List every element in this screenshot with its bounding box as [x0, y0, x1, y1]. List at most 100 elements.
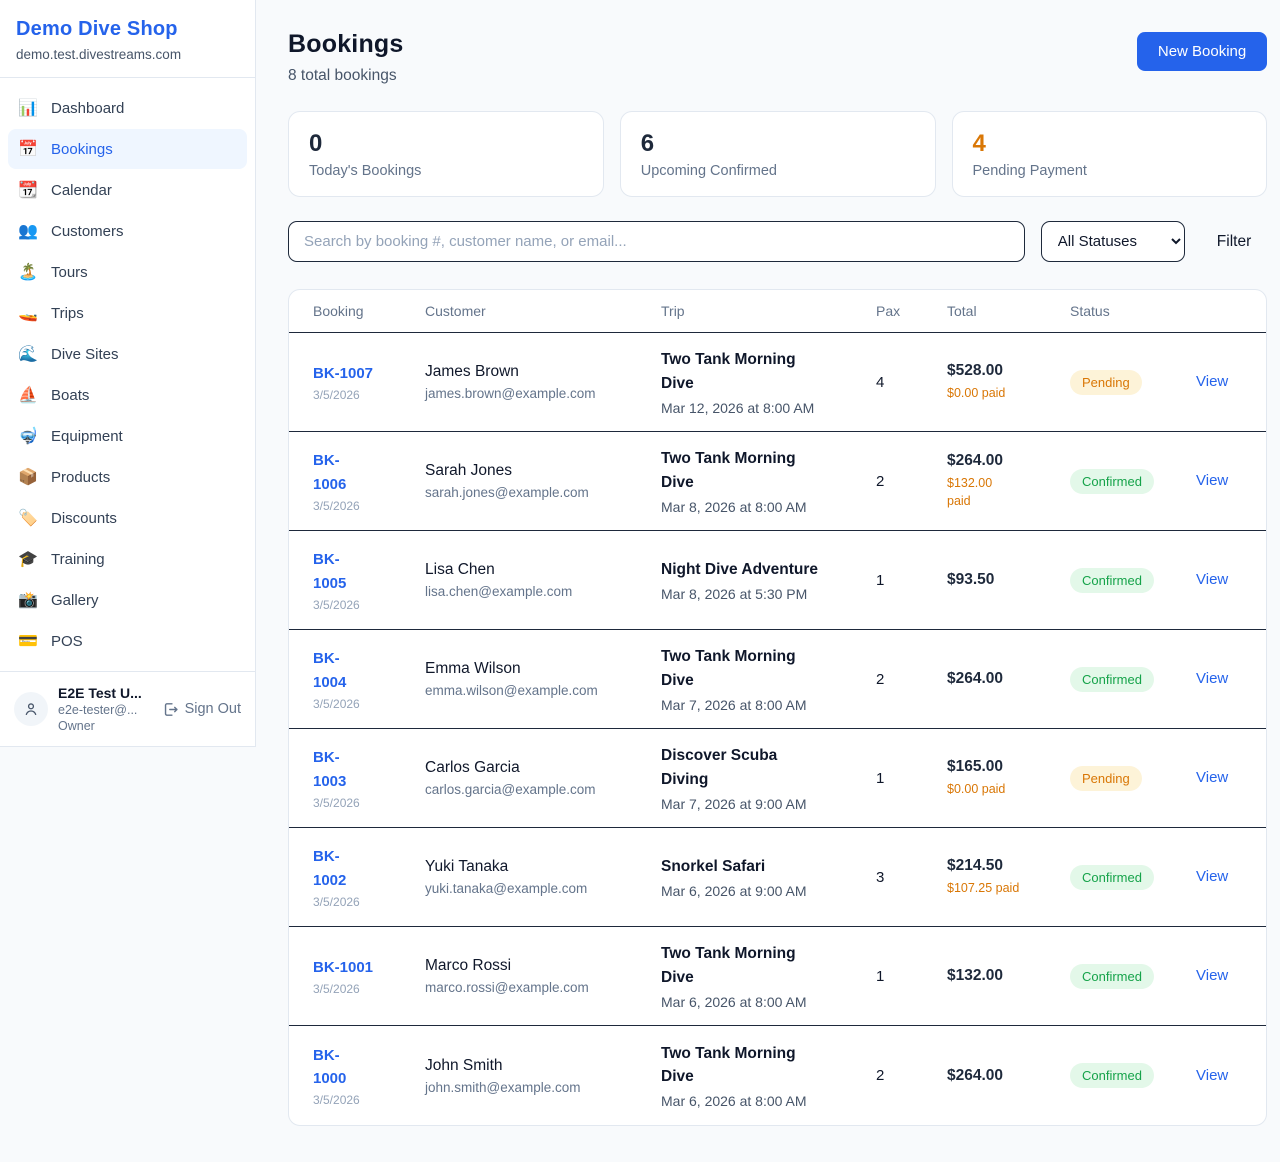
table-row: BK- 1006 3/5/2026 Sarah Jones sarah.jone… — [289, 432, 1266, 531]
new-booking-button[interactable]: New Booking — [1137, 32, 1267, 71]
paid-amount: $107.25 paid — [947, 879, 1056, 897]
customer-email: john.smith@example.com — [425, 1080, 647, 1095]
total-amount: $264.00 — [947, 452, 1056, 470]
products-icon: 📦 — [18, 467, 38, 487]
sidebar: Demo Dive Shop demo.test.divestreams.com… — [0, 0, 256, 747]
sign-out-button[interactable]: Sign Out — [162, 701, 241, 718]
sidebar-item-label: POS — [51, 633, 83, 650]
view-link[interactable]: View — [1196, 769, 1228, 786]
stat-card-todays-bookings: 0 Today's Bookings — [288, 111, 604, 197]
booking-id-link[interactable]: BK-1001 — [313, 956, 373, 979]
total-amount: $264.00 — [947, 1067, 1056, 1085]
booking-id-link[interactable]: BK-1007 — [313, 362, 373, 385]
sidebar-item-training[interactable]: 🎓 Training — [8, 539, 247, 579]
pax-count: 2 — [876, 473, 947, 490]
booking-id-link[interactable]: BK- 1005 — [313, 548, 346, 595]
pax-count: 1 — [876, 572, 947, 589]
user-role: Owner — [58, 719, 152, 733]
view-link[interactable]: View — [1196, 571, 1228, 588]
view-link[interactable]: View — [1196, 967, 1228, 984]
filter-button[interactable]: Filter — [1201, 225, 1267, 259]
column-header-trip: Trip — [661, 303, 876, 319]
view-link[interactable]: View — [1196, 373, 1228, 390]
booking-date: 3/5/2026 — [313, 796, 411, 810]
trip-name: Two Tank Morning Dive — [661, 1042, 862, 1089]
view-link[interactable]: View — [1196, 1067, 1228, 1084]
trip-datetime: Mar 8, 2026 at 8:00 AM — [661, 499, 862, 515]
sidebar-item-label: Dashboard — [51, 100, 124, 117]
dive-sites-icon: 🌊 — [18, 344, 38, 364]
sign-out-icon — [162, 701, 179, 718]
stat-label: Pending Payment — [973, 163, 1247, 179]
bookings-icon: 📅 — [18, 139, 38, 159]
booking-date: 3/5/2026 — [313, 598, 411, 612]
table-row: BK- 1005 3/5/2026 Lisa Chen lisa.chen@ex… — [289, 531, 1266, 630]
sidebar-item-calendar[interactable]: 📆 Calendar — [8, 170, 247, 210]
sidebar-item-discounts[interactable]: 🏷️ Discounts — [8, 498, 247, 538]
table-row: BK- 1002 3/5/2026 Yuki Tanaka yuki.tanak… — [289, 828, 1266, 927]
view-link[interactable]: View — [1196, 670, 1228, 687]
view-link[interactable]: View — [1196, 472, 1228, 489]
page-title: Bookings — [288, 30, 404, 59]
sidebar-item-tours[interactable]: 🏝️ Tours — [8, 252, 247, 292]
booking-id-link[interactable]: BK- 1004 — [313, 647, 346, 694]
trip-datetime: Mar 7, 2026 at 8:00 AM — [661, 697, 862, 713]
paid-amount: $0.00 paid — [947, 384, 1056, 402]
booking-date: 3/5/2026 — [313, 388, 411, 402]
sidebar-item-boats[interactable]: ⛵ Boats — [8, 375, 247, 415]
customer-email: sarah.jones@example.com — [425, 485, 647, 500]
trip-name: Discover Scuba Diving — [661, 744, 862, 791]
trip-name: Two Tank Morning Dive — [661, 348, 862, 395]
booking-date: 3/5/2026 — [313, 1093, 411, 1107]
paid-amount: $132.00 paid — [947, 474, 1056, 510]
sidebar-item-products[interactable]: 📦 Products — [8, 457, 247, 497]
search-input[interactable] — [288, 221, 1025, 262]
customer-name: James Brown — [425, 363, 647, 381]
status-filter-select[interactable]: All Statuses — [1041, 221, 1185, 262]
column-header-pax: Pax — [876, 303, 947, 319]
sidebar-item-dashboard[interactable]: 📊 Dashboard — [8, 88, 247, 128]
avatar — [14, 692, 48, 726]
sidebar-item-label: Customers — [51, 223, 124, 240]
gallery-icon: 📸 — [18, 590, 38, 610]
booking-id-link[interactable]: BK- 1006 — [313, 449, 346, 496]
stat-card-pending-payment: 4 Pending Payment — [952, 111, 1268, 197]
booking-id-link[interactable]: BK- 1003 — [313, 746, 346, 793]
pax-count: 1 — [876, 968, 947, 985]
shop-domain: demo.test.divestreams.com — [16, 47, 239, 62]
booking-id-link[interactable]: BK- 1000 — [313, 1044, 346, 1091]
table-body: BK-1007 3/5/2026 James Brown james.brown… — [289, 333, 1266, 1125]
sidebar-item-bookings[interactable]: 📅 Bookings — [8, 129, 247, 169]
trip-datetime: Mar 12, 2026 at 8:00 AM — [661, 400, 862, 416]
status-badge: Confirmed — [1070, 469, 1154, 494]
customer-email: carlos.garcia@example.com — [425, 782, 647, 797]
booking-date: 3/5/2026 — [313, 895, 411, 909]
total-amount: $528.00 — [947, 362, 1056, 380]
table-controls: All Statuses Filter — [288, 221, 1267, 262]
trip-datetime: Mar 6, 2026 at 8:00 AM — [661, 1093, 862, 1109]
customer-name: Yuki Tanaka — [425, 858, 647, 876]
sidebar-item-customers[interactable]: 👥 Customers — [8, 211, 247, 251]
sidebar-item-trips[interactable]: 🚤 Trips — [8, 293, 247, 333]
sidebar-item-gallery[interactable]: 📸 Gallery — [8, 580, 247, 620]
shop-name: Demo Dive Shop — [16, 18, 239, 41]
boats-icon: ⛵ — [18, 385, 38, 405]
bookings-table: Booking Customer Trip Pax Total Status B… — [288, 289, 1267, 1126]
trip-name: Two Tank Morning Dive — [661, 447, 862, 494]
status-badge: Confirmed — [1070, 667, 1154, 692]
booking-id-link[interactable]: BK- 1002 — [313, 845, 346, 892]
sidebar-item-dive-sites[interactable]: 🌊 Dive Sites — [8, 334, 247, 374]
stats-cards: 0 Today's Bookings 6 Upcoming Confirmed … — [288, 111, 1267, 197]
status-badge: Confirmed — [1070, 964, 1154, 989]
view-link[interactable]: View — [1196, 868, 1228, 885]
customer-name: Marco Rossi — [425, 957, 647, 975]
stat-label: Today's Bookings — [309, 163, 583, 179]
column-header-customer: Customer — [425, 303, 661, 319]
sidebar-item-equipment[interactable]: 🤿 Equipment — [8, 416, 247, 456]
status-badge: Pending — [1070, 766, 1142, 791]
stat-label: Upcoming Confirmed — [641, 163, 915, 179]
sidebar-item-pos[interactable]: 💳 POS — [8, 621, 247, 661]
pax-count: 2 — [876, 1067, 947, 1084]
sidebar-item-label: Training — [51, 551, 105, 568]
sidebar-item-label: Gallery — [51, 592, 99, 609]
